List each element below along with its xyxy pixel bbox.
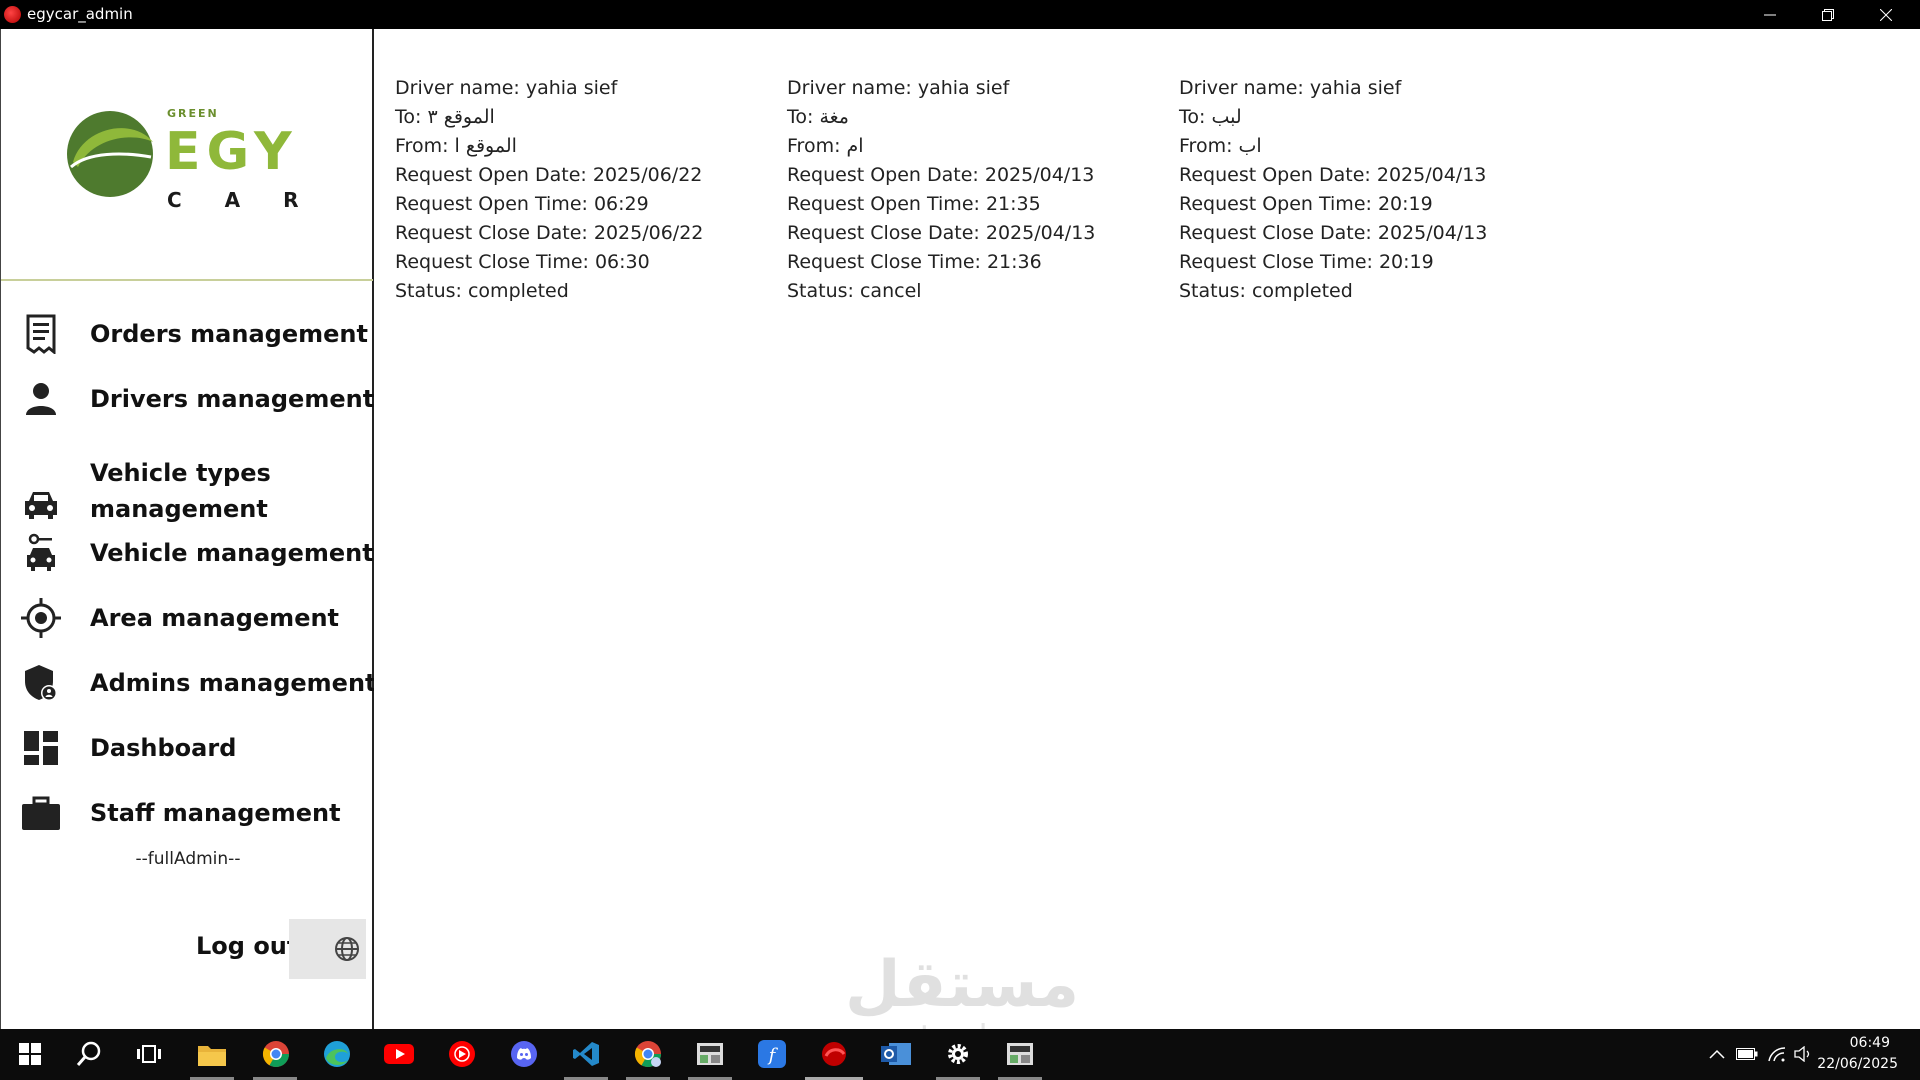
sidebar-item-label: Admins management: [90, 669, 377, 697]
chrome-icon[interactable]: [261, 1039, 291, 1069]
order-to: To: الموقع ٣: [395, 106, 495, 128]
order-card[interactable]: Driver name: yahia sief To: لبب From: اب…: [1179, 74, 1559, 306]
sidebar-item-admins[interactable]: Admins management: [21, 663, 377, 703]
youtube-music-icon[interactable]: [447, 1039, 477, 1069]
task-view-icon[interactable]: [134, 1039, 164, 1069]
edge-icon[interactable]: [322, 1039, 352, 1069]
order-status: Status: completed: [1179, 280, 1353, 302]
open-date: Request Open Date: 2025/04/13: [1179, 164, 1487, 186]
sidebar-item-vehicle-types[interactable]: Vehicle types management: [21, 455, 271, 525]
restore-icon: [1822, 8, 1834, 21]
receipt-icon: [21, 314, 61, 354]
logout-button[interactable]: Log out: [196, 932, 298, 960]
sidebar-item-label: Area management: [90, 604, 340, 632]
open-date: Request Open Date: 2025/06/22: [395, 164, 703, 186]
start-icon[interactable]: [15, 1039, 45, 1069]
logo-area: GREEN EGY C A R: [1, 29, 373, 281]
watermark: مستقل: [845, 948, 1080, 1022]
app-builder-icon[interactable]: [695, 1039, 725, 1069]
close-time: Request Close Time: 21:36: [787, 251, 1042, 273]
discord-icon[interactable]: [509, 1039, 539, 1069]
settings-icon[interactable]: [943, 1039, 973, 1069]
orders-list: Driver name: yahia sief To: الموقع ٣ Fro…: [374, 29, 1920, 1029]
sidebar-item-vehicles[interactable]: Vehicle management: [21, 533, 374, 573]
driver-name: Driver name: yahia sief: [787, 77, 1010, 99]
svg-text:EGY: EGY: [165, 122, 298, 182]
outlook-icon[interactable]: [881, 1039, 911, 1069]
globe-icon: [335, 937, 359, 961]
close-date: Request Close Date: 2025/04/13: [1179, 222, 1488, 244]
battery-icon[interactable]: [1732, 1039, 1762, 1069]
sidebar-item-drivers[interactable]: Drivers management: [21, 379, 374, 419]
sidebar-item-label: Dashboard: [90, 734, 237, 762]
order-from: From: الموقع ا: [395, 135, 517, 157]
app-builder2-icon[interactable]: [1005, 1039, 1035, 1069]
order-card[interactable]: Driver name: yahia sief To: الموقع ٣ Fro…: [395, 74, 775, 306]
open-date: Request Open Date: 2025/04/13: [787, 164, 1095, 186]
sidebar-item-area[interactable]: Area management: [21, 598, 339, 638]
sidebar-item-label: Staff management: [90, 799, 341, 827]
clock-date[interactable]: 22/06/2025: [1788, 1056, 1898, 1072]
dashboard-icon: [21, 728, 61, 768]
taskbar: f 06:49 22/06/2025: [0, 1029, 1920, 1080]
sidebar-item-label: Vehicle management: [90, 539, 374, 567]
sidebar-item-dashboard[interactable]: Dashboard: [21, 728, 236, 768]
order-card[interactable]: Driver name: yahia sief To: مغة From: ام…: [787, 74, 1167, 306]
language-button[interactable]: [289, 919, 366, 979]
order-status: Status: cancel: [787, 280, 922, 302]
title-bar: egycar_admin: [0, 0, 1920, 29]
open-time: Request Open Time: 06:29: [395, 193, 649, 215]
file-explorer-icon[interactable]: [197, 1039, 227, 1069]
close-time: Request Close Time: 06:30: [395, 251, 650, 273]
svg-text:GREEN: GREEN: [167, 107, 219, 120]
user-role: --fullAdmin--: [135, 849, 241, 869]
person-icon: [21, 379, 61, 419]
close-icon: [1880, 8, 1892, 21]
close-date: Request Close Date: 2025/04/13: [787, 222, 1096, 244]
app-icon: [4, 6, 21, 23]
egycar-app-icon[interactable]: [819, 1039, 849, 1069]
svg-text:C A R: C A R: [167, 188, 316, 212]
sidebar-item-orders[interactable]: Orders management: [21, 314, 368, 354]
youtube-icon[interactable]: [384, 1039, 414, 1069]
driver-name: Driver name: yahia sief: [395, 77, 618, 99]
close-time: Request Close Time: 20:19: [1179, 251, 1434, 273]
close-date: Request Close Date: 2025/06/22: [395, 222, 704, 244]
order-to: To: لبب: [1179, 106, 1242, 128]
open-time: Request Open Time: 20:19: [1179, 193, 1433, 215]
order-status: Status: completed: [395, 280, 569, 302]
egycar-logo: GREEN EGY C A R: [67, 107, 316, 212]
sidebar-item-label: Drivers management: [90, 385, 375, 413]
clock-time[interactable]: 06:49: [1800, 1035, 1890, 1051]
search-icon[interactable]: [74, 1039, 104, 1069]
restore-button[interactable]: [1799, 0, 1857, 29]
vehicle-key-icon: [21, 533, 61, 573]
vscode-icon[interactable]: [571, 1039, 601, 1069]
minimize-icon: [1764, 14, 1776, 15]
close-button[interactable]: [1857, 0, 1915, 29]
sidebar-item-label: Vehicle types management: [90, 459, 271, 523]
admin-shield-icon: [21, 663, 61, 703]
flutter-icon[interactable]: f: [757, 1039, 787, 1069]
order-from: From: اب: [1179, 135, 1262, 157]
sidebar-item-label: Orders management: [90, 320, 368, 348]
chrome-profile-icon[interactable]: [633, 1039, 663, 1069]
sidebar-item-staff[interactable]: Staff management: [21, 793, 341, 833]
driver-name: Driver name: yahia sief: [1179, 77, 1402, 99]
chevron-up-icon[interactable]: [1702, 1039, 1732, 1069]
open-time: Request Open Time: 21:35: [787, 193, 1041, 215]
order-to: To: مغة: [787, 106, 849, 128]
window-title: egycar_admin: [27, 5, 133, 23]
car-icon: [21, 485, 61, 525]
minimize-button[interactable]: [1741, 0, 1799, 29]
order-from: From: ام: [787, 135, 864, 157]
briefcase-icon: [21, 793, 61, 833]
sidebar: GREEN EGY C A R Orders management Driver…: [0, 29, 377, 1029]
target-icon: [21, 598, 61, 638]
